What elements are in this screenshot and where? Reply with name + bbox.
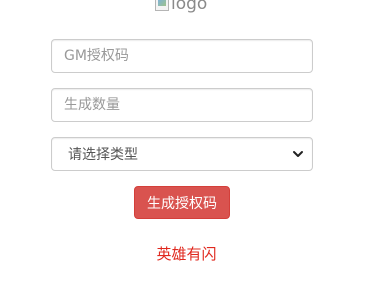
chevron-down-icon — [292, 148, 304, 160]
logo-alt-text: logo — [171, 0, 208, 14]
gm-auth-code-input[interactable] — [51, 39, 313, 73]
broken-image-icon — [155, 0, 169, 11]
page: logo 请选择类型 生成授权码 英雄有闪 — [0, 0, 373, 291]
generate-count-input[interactable] — [51, 88, 313, 122]
generate-auth-code-button-label: 生成授权码 — [147, 195, 217, 212]
hero-flash-link[interactable]: 英雄有闪 — [0, 244, 373, 264]
hero-flash-link-text: 英雄有闪 — [156, 245, 217, 263]
generate-auth-code-button[interactable]: 生成授权码 — [134, 186, 230, 219]
type-select-value: 请选择类型 — [68, 147, 138, 163]
logo-image: logo — [155, 0, 207, 14]
type-select[interactable]: 请选择类型 — [51, 137, 313, 171]
